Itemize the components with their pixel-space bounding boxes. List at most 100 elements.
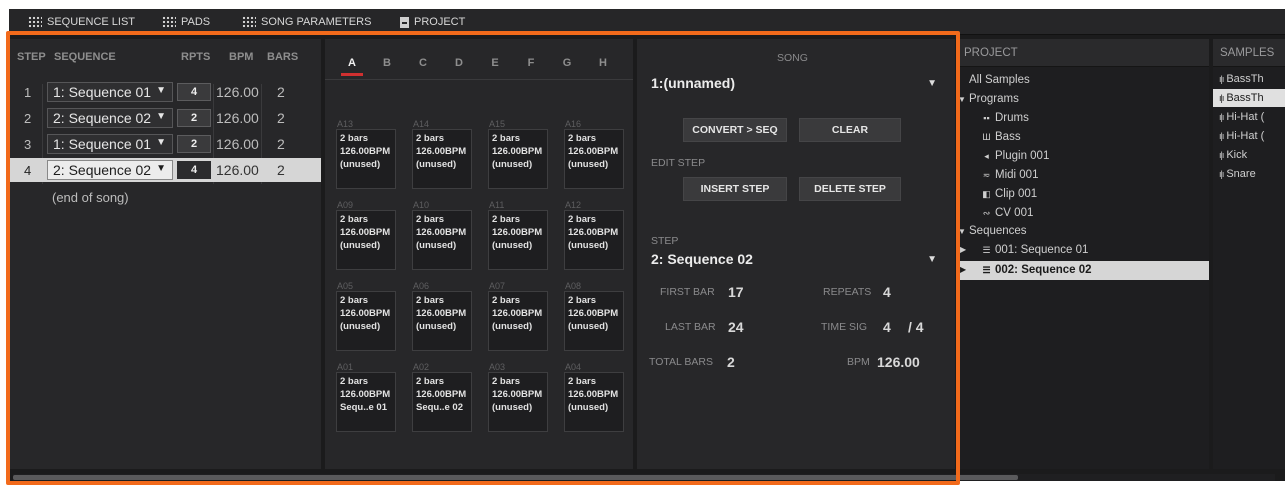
sample-item[interactable]: ı|ı Snare [1213,165,1285,183]
scrollbar-thumb[interactable] [13,475,1018,480]
pad-bank-tab-a[interactable]: A [337,57,367,69]
repeats-field[interactable]: 4 [177,83,211,101]
pad-a02[interactable]: 2 bars 126.00BPM Sequ..e 02 [412,372,472,432]
pad-sequence: (unused) [340,240,381,251]
pad-bank-tab-g[interactable]: G [552,57,582,69]
convert-to-seq-button[interactable]: CONVERT > SEQ [683,118,787,142]
pad-a13[interactable]: 2 bars 126.00BPM (unused) [336,129,396,189]
insert-step-button[interactable]: INSERT STEP [683,177,787,201]
sequence-select[interactable]: 2: Sequence 02 ▼ [47,160,173,180]
total-bars-label: TOTAL BARS [649,356,713,368]
tree-item-plugin[interactable]: ◂ Plugin 001 [981,150,1049,162]
step-number: 1 [24,85,32,100]
bpm-value[interactable]: 126.00 [877,354,920,370]
pad-bpm: 126.00BPM [340,227,391,238]
tree-item-cv[interactable]: ∾ CV 001 [981,207,1034,219]
pad-bank-tab-b[interactable]: B [372,57,402,69]
pad-bank-tab-h[interactable]: H [588,57,618,69]
tab-project[interactable]: PROJECT [400,9,465,35]
tab-song-parameters[interactable]: SONG PARAMETERS [242,9,371,35]
pad-id-label: A11 [489,200,505,210]
sample-name: BassTh [1226,73,1264,85]
tree-item-sequence-01[interactable]: ☰ 001: Sequence 01 [981,244,1088,256]
sequence-row[interactable]: 2 2: Sequence 02 ▼ 2 126.00 2 [9,106,321,130]
time-sig-numerator[interactable]: 4 [883,319,891,335]
sequence-row[interactable]: 3 1: Sequence 01 ▼ 2 126.00 2 [9,132,321,156]
pad-a01[interactable]: 2 bars 126.00BPM Sequ..e 01 [336,372,396,432]
pad-bars: 2 bars [340,376,368,387]
sequence-select[interactable]: 2: Sequence 02 ▼ [47,108,173,128]
pad-bars: 2 bars [568,214,596,225]
play-arrow-icon[interactable]: ▶ [960,265,966,274]
tree-item-bass[interactable]: Ш Bass [981,131,1021,143]
tab-sequence-list[interactable]: SEQUENCE LIST [28,9,135,35]
repeats-field[interactable]: 4 [177,161,211,179]
sample-item[interactable]: ı|ı Hi-Hat ( [1213,127,1285,145]
pad-bank-tab-f[interactable]: F [516,57,546,69]
tree-item-all-samples[interactable]: All Samples [969,74,1030,86]
pad-id-label: A02 [413,362,430,372]
step-select[interactable]: 2: Sequence 02 ▼ [651,251,941,271]
tree-item-sequence-02-selected[interactable]: ☰ 002: Sequence 02 [957,261,1209,280]
sample-item[interactable]: ı|ı BassTh [1213,70,1285,88]
sequence-row[interactable]: 1 1: Sequence 01 ▼ 4 126.00 2 [9,80,321,104]
pad-a12[interactable]: 2 bars 126.00BPM (unused) [564,210,624,270]
tab-pads[interactable]: PADS [162,9,210,35]
pad-sequence: (unused) [416,321,457,332]
dropdown-arrow-icon: ▼ [156,85,166,96]
sequence-select[interactable]: 1: Sequence 01 ▼ [47,134,173,154]
sequence-name: 1: Sequence 01 [53,136,152,152]
pad-bpm: 126.00BPM [568,389,619,400]
pad-a03[interactable]: 2 bars 126.00BPM (unused) [488,372,548,432]
col-header-bars: BARS [267,51,299,63]
pad-a16[interactable]: 2 bars 126.00BPM (unused) [564,129,624,189]
tree-item-programs[interactable]: Programs [969,93,1019,105]
repeats-field[interactable]: 2 [177,109,211,127]
pad-bank-tab-c[interactable]: C [408,57,438,69]
pad-a05[interactable]: 2 bars 126.00BPM (unused) [336,291,396,351]
pad-a14[interactable]: 2 bars 126.00BPM (unused) [412,129,472,189]
sample-item-selected[interactable]: ı|ı BassTh [1213,89,1285,107]
pad-a06[interactable]: 2 bars 126.00BPM (unused) [412,291,472,351]
sample-item[interactable]: ı|ı Hi-Hat ( [1213,108,1285,126]
clear-button[interactable]: CLEAR [799,118,901,142]
dropdown-arrow-icon: ▼ [156,137,166,148]
expand-arrow-icon[interactable]: ▼ [958,227,966,236]
pad-bank-tab-e[interactable]: E [480,57,510,69]
sample-item[interactable]: ı|ı Kick [1213,146,1285,164]
pad-a09[interactable]: 2 bars 126.00BPM (unused) [336,210,396,270]
sequence-name: 2: Sequence 02 [53,110,152,126]
pad-a04[interactable]: 2 bars 126.00BPM (unused) [564,372,624,432]
expand-arrow-icon[interactable]: ▼ [958,95,966,104]
mpc-song-mode-window: SEQUENCE LIST PADS SONG PARAMETERS PROJE… [9,9,1285,481]
song-select[interactable]: 1:(unnamed) ▼ [651,75,941,95]
first-bar-value[interactable]: 17 [728,284,744,300]
repeats-field[interactable]: 2 [177,135,211,153]
pad-a10[interactable]: 2 bars 126.00BPM (unused) [412,210,472,270]
pad-a15[interactable]: 2 bars 126.00BPM (unused) [488,129,548,189]
time-sig-denominator[interactable]: / 4 [908,319,924,335]
delete-step-button[interactable]: DELETE STEP [799,177,901,201]
col-header-rpts: RPTS [181,51,211,63]
tree-item-midi[interactable]: ≂ Midi 001 [981,169,1039,181]
last-bar-value[interactable]: 24 [728,319,744,335]
pad-a11[interactable]: 2 bars 126.00BPM (unused) [488,210,548,270]
waveform-icon: ı|ı [1219,93,1224,103]
pad-sequence: (unused) [416,159,457,170]
pad-bars: 2 bars [492,376,520,387]
pad-sequence: (unused) [416,240,457,251]
pad-bank-tab-d[interactable]: D [444,57,474,69]
sequence-select[interactable]: 1: Sequence 01 ▼ [47,82,173,102]
pad-a07[interactable]: 2 bars 126.00BPM (unused) [488,291,548,351]
play-arrow-icon[interactable]: ▶ [960,245,966,254]
tree-item-sequences[interactable]: Sequences [969,225,1027,237]
bars-value: 2 [277,136,285,152]
horizontal-scrollbar[interactable] [13,474,1275,481]
repeats-value[interactable]: 4 [883,284,891,300]
tab-label: SEQUENCE LIST [47,16,136,28]
pad-a08[interactable]: 2 bars 126.00BPM (unused) [564,291,624,351]
tree-item-drums[interactable]: ▪▪ Drums [981,112,1029,124]
tree-item-clip[interactable]: ◧ Clip 001 [981,188,1037,200]
sequence-row-selected[interactable]: 4 2: Sequence 02 ▼ 4 126.00 2 [9,158,321,182]
tree-item-label: Bass [995,131,1021,143]
